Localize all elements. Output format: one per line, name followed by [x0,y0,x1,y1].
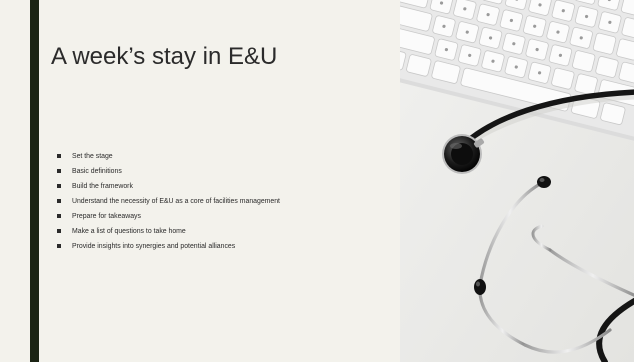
slide: A week’s stay in E&U Set the stage Basic… [0,0,634,362]
bullet-item: Provide insights into synergies and pote… [57,242,387,251]
bullet-square-icon [57,244,61,248]
bullet-square-icon [57,184,61,188]
bullet-item: Understand the necessity of E&U as a cor… [57,197,387,206]
bullet-square-icon [57,199,61,203]
bullet-item: Make a list of questions to take home [57,227,387,236]
accent-bar [30,0,39,362]
bullet-square-icon [57,229,61,233]
bullet-item: Set the stage [57,152,387,161]
bullet-item: Basic definitions [57,167,387,176]
bullet-square-icon [57,169,61,173]
bullet-square-icon [57,154,61,158]
stethoscope-keyboard-photo [400,0,634,362]
bullet-square-icon [57,214,61,218]
bullet-item: Prepare for takeaways [57,212,387,221]
slide-title: A week’s stay in E&U [51,43,278,70]
bullet-item: Build the framework [57,182,387,191]
bullet-list: Set the stage Basic definitions Build th… [57,152,387,257]
